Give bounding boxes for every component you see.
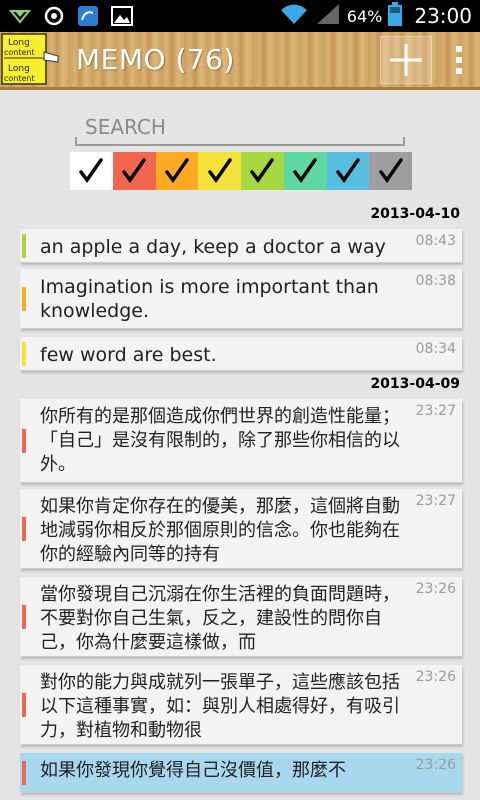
memo-text: Imagination is more important than knowl… [40, 276, 379, 322]
checkmark-icon [207, 158, 232, 183]
color-filter-swatch[interactable] [283, 152, 327, 190]
color-filter-swatch[interactable] [369, 152, 412, 190]
download-arrow-icon [8, 5, 32, 27]
wifi-icon [279, 2, 309, 30]
memo-time: 08:34 [415, 341, 456, 357]
memo-time: 23:26 [415, 669, 456, 685]
memo-time: 08:38 [415, 273, 456, 289]
memo-text: 如果你肯定你存在的優美，那麼，這個將自動地減弱你相反於那個原則的信念。你也能夠在… [40, 496, 400, 565]
memo-item[interactable]: 當你發現自己沉溺在你生活裡的負面問題時，不要對你自己生氣，反之，建設性的問你自己… [20, 577, 462, 657]
color-filter-swatch[interactable] [326, 152, 370, 190]
memo-item[interactable]: an apple a day, keep a doctor a way 08:43 [20, 229, 462, 263]
checkmark-icon [250, 158, 275, 183]
color-filter-swatch[interactable] [70, 152, 113, 190]
overflow-menu-button[interactable] [446, 36, 472, 84]
memo-text: 如果你發現你覺得自己沒價值，那麼不 [40, 760, 346, 781]
memo-text: 當你發現自己沉溺在你生活裡的負面問題時，不要對你自己生氣，反之，建設性的問你自己… [40, 584, 400, 653]
memo-item[interactable]: 對你的能力與成就列一張單子，這些應該包括以下這種事實，如：與別人相處得好，有吸引… [20, 665, 462, 745]
memo-color-bar [22, 234, 26, 258]
memo-color-bar [22, 605, 26, 629]
memo-text: 對你的能力與成就列一張單子，這些應該包括以下這種事實，如：與別人相處得好，有吸引… [40, 672, 400, 741]
memo-color-bar [22, 342, 26, 366]
search-input[interactable] [75, 112, 405, 142]
memo-text: 你所有的是那個造成你們世界的創造性能量；「自己」是沒有限制的，除了那些你相信的以… [40, 406, 400, 475]
checkmark-icon [122, 158, 146, 183]
color-filter-swatch[interactable] [198, 152, 241, 190]
color-filter-swatch[interactable] [155, 152, 199, 190]
memo-color-bar [22, 761, 26, 785]
battery-percent: 64% [346, 6, 383, 26]
memo-item[interactable]: 你所有的是那個造成你們世界的創造性能量；「自己」是沒有限制的，除了那些你相信的以… [20, 399, 462, 483]
app-logo-icon[interactable]: Long content Long content [0, 32, 64, 88]
svg-text:content: content [4, 74, 35, 83]
plus-icon [390, 44, 422, 76]
checkmark-icon [79, 158, 104, 183]
memo-time: 08:43 [415, 233, 456, 249]
status-bar: 64% 23:00 [0, 0, 480, 32]
memo-color-bar [22, 287, 26, 311]
color-filter [70, 152, 412, 190]
add-memo-button[interactable] [380, 36, 432, 84]
checkmark-icon [378, 158, 403, 183]
memo-color-bar [22, 429, 26, 453]
checkmark-icon [293, 158, 317, 183]
gallery-icon [110, 5, 134, 27]
svg-text:content: content [4, 48, 35, 57]
page-title: MEMO (76) [76, 43, 235, 76]
memo-color-bar [22, 693, 26, 717]
memo-time: 23:27 [415, 403, 456, 419]
signal-icon [315, 2, 341, 30]
sync-icon [42, 5, 66, 27]
svg-text:Long: Long [8, 38, 30, 48]
clock: 23:00 [414, 4, 472, 28]
checkmark-icon [165, 158, 189, 183]
memo-item[interactable]: Imagination is more important than knowl… [20, 269, 462, 329]
action-bar: Long content Long content MEMO (76) [0, 32, 480, 90]
checkmark-icon [336, 158, 360, 183]
search-box [75, 112, 405, 146]
memo-item[interactable]: 如果你肯定你存在的優美，那麼，這個將自動地減弱你相反於那個原則的信念。你也能夠在… [20, 489, 462, 569]
memo-color-bar [22, 517, 26, 541]
memo-text: an apple a day, keep a doctor a way [40, 236, 386, 258]
svg-text:Long: Long [8, 64, 30, 74]
overflow-menu-icon [456, 46, 462, 74]
app-notification-icon [76, 5, 100, 27]
memo-time: 23:26 [415, 757, 456, 773]
memo-item[interactable]: few word are best. 08:34 [20, 337, 462, 371]
memo-text: few word are best. [40, 344, 217, 366]
memo-time: 23:27 [415, 493, 456, 509]
battery-icon [388, 2, 403, 30]
date-header: 2013-04-10 [370, 206, 460, 222]
color-filter-swatch[interactable] [112, 152, 156, 190]
memo-time: 23:26 [415, 581, 456, 597]
memo-item[interactable]: 如果你發現你覺得自己沒價值，那麼不 23:26 [20, 753, 462, 793]
date-header: 2013-04-09 [370, 376, 460, 392]
color-filter-swatch[interactable] [241, 152, 284, 190]
